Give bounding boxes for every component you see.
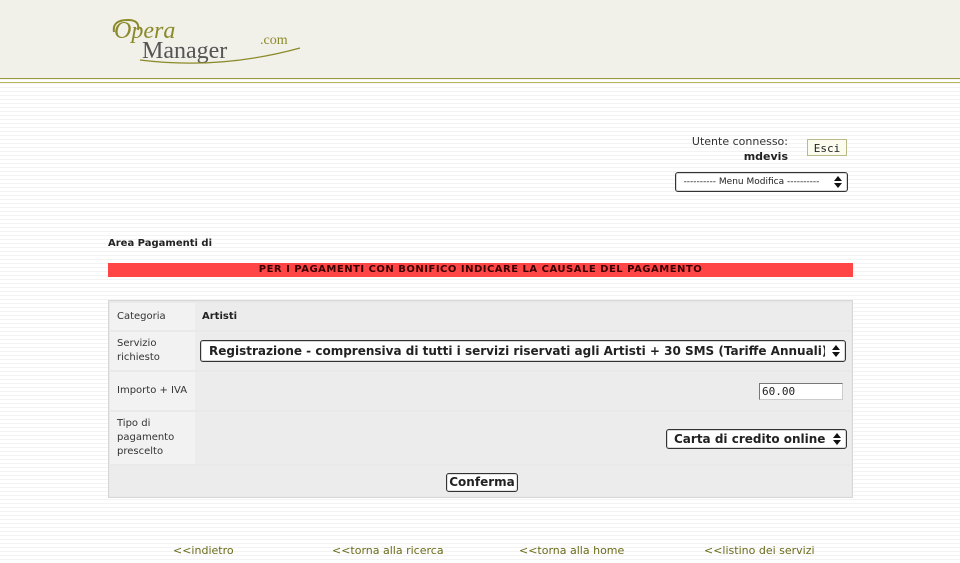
payment-form: Categoria Artisti Servizio richiesto Reg… <box>108 300 853 498</box>
category-row: Categoria Artisti <box>110 303 851 330</box>
back-to-home-link[interactable]: <<torna alla home <box>519 544 624 557</box>
service-cell: Registrazione - comprensiva di tutti i s… <box>195 332 851 370</box>
user-info: Utente connesso: mdevis <box>660 135 788 163</box>
opera-manager-logo[interactable]: Opera Manager .com <box>110 8 310 68</box>
amount-cell: 60.00 <box>195 372 851 410</box>
category-value: Artisti <box>202 311 238 322</box>
area-title: Area Pagamenti di <box>108 238 212 249</box>
confirm-button[interactable]: Conferma <box>446 473 518 492</box>
amount-input[interactable]: 60.00 <box>759 383 843 400</box>
service-list-link[interactable]: <<listino dei servizi <box>704 544 815 557</box>
select-arrows-icon <box>833 433 841 445</box>
select-arrows-icon <box>832 345 840 357</box>
warning-banner: PER I PAGAMENTI CON BONIFICO INDICARE LA… <box>108 263 853 277</box>
payment-type-select[interactable]: Carta di credito online <box>666 429 847 449</box>
payment-type-cell: Carta di credito online <box>195 412 851 464</box>
amount-row: Importo + IVA 60.00 <box>110 372 851 410</box>
back-to-search-link[interactable]: <<torna alla ricerca <box>332 544 444 557</box>
payment-type-row: Tipo di pagamento prescelto Carta di cre… <box>110 412 851 464</box>
back-link[interactable]: <<indietro <box>173 544 234 557</box>
service-select[interactable]: Registrazione - comprensiva di tutti i s… <box>200 340 846 362</box>
menu-selected-text: ---------- Menu Modifica ---------- <box>683 177 820 187</box>
page-header: Opera Manager .com <box>0 0 960 79</box>
logout-button[interactable]: Esci <box>807 139 847 156</box>
category-label: Categoria <box>117 310 166 322</box>
payment-type-label: Tipo di pagamento prescelto <box>117 418 175 457</box>
service-selected-text: Registrazione - comprensiva di tutti i s… <box>209 344 825 358</box>
user-label: Utente connesso: <box>691 135 788 148</box>
header-divider <box>0 82 960 83</box>
svg-text:Manager: Manager <box>142 38 227 64</box>
select-arrows-icon <box>834 176 842 188</box>
category-cell: Artisti <box>195 303 851 330</box>
svg-text:.com: .com <box>260 33 288 48</box>
amount-label: Importo + IVA <box>117 385 188 396</box>
service-label: Servizio richiesto <box>117 338 160 363</box>
confirm-row: Conferma <box>110 466 851 496</box>
user-name: mdevis <box>743 150 788 163</box>
service-row: Servizio richiesto Registrazione - compr… <box>110 332 851 370</box>
menu-modifica-select[interactable]: ---------- Menu Modifica ---------- <box>675 172 848 192</box>
payment-selected-text: Carta di credito online <box>674 432 826 446</box>
